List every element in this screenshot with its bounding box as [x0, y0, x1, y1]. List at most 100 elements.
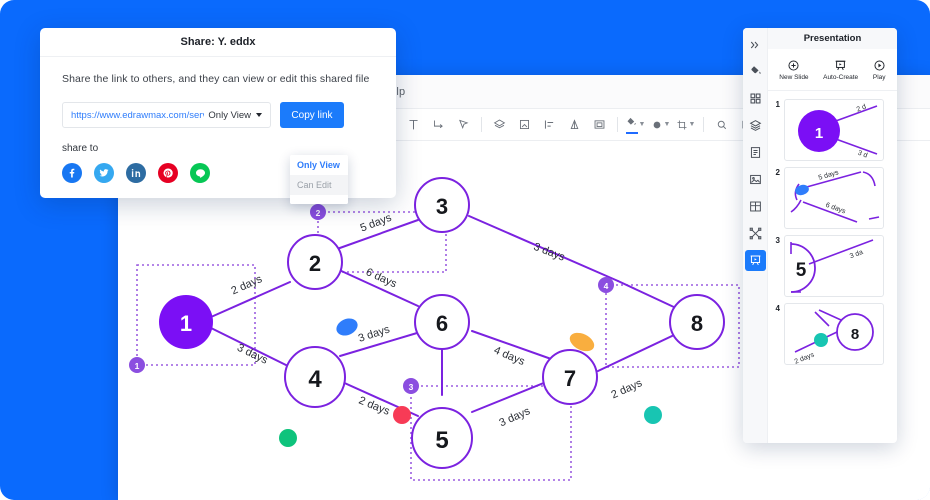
presentation-actions: New Slide Auto-Create Play	[768, 49, 897, 91]
shapes-grid-icon[interactable]	[745, 88, 766, 109]
fill-color-icon[interactable]: ▼	[623, 112, 648, 137]
auto-create-label: Auto-Create	[823, 74, 859, 81]
layers-icon[interactable]	[745, 115, 766, 136]
svg-text:4: 4	[604, 281, 609, 291]
zoom-icon[interactable]	[709, 112, 734, 137]
permission-dropdown-menu[interactable]: Only View Can Edit	[290, 155, 348, 204]
slide-item[interactable]: 1 1 2 d 3 d	[772, 99, 891, 161]
share-to-label: share to	[62, 143, 99, 154]
svg-text:2: 2	[316, 208, 321, 218]
svg-text:1: 1	[135, 361, 140, 371]
slide-item[interactable]: 3 5 3 da	[772, 235, 891, 297]
slide-item[interactable]: 4 8 2 days	[772, 303, 891, 365]
line-color-icon[interactable]: ▼	[648, 112, 673, 137]
screenshot-root: elp ▼ ▼ ▼ 1 2 3 4 5 6 7 8 2 days 3 days …	[0, 0, 930, 500]
frame-icon[interactable]	[587, 112, 612, 137]
svg-text:5: 5	[796, 260, 807, 281]
play-label: Play	[872, 74, 886, 81]
line-icon[interactable]	[190, 163, 210, 183]
share-link-input[interactable]: https://www.edrawmax.com/server..	[71, 110, 204, 121]
flip-icon[interactable]	[562, 112, 587, 137]
presentation-icon[interactable]	[744, 250, 766, 271]
edge-label-1-2: 2 days	[230, 273, 265, 297]
permission-option-can-edit[interactable]: Can Edit	[290, 175, 348, 195]
twitter-icon[interactable]	[94, 163, 114, 183]
marker-teal	[644, 406, 662, 424]
svg-text:3 da: 3 da	[849, 249, 864, 260]
svg-text:5 days: 5 days	[818, 169, 840, 182]
svg-text:2 days: 2 days	[794, 351, 816, 365]
crop-image-icon[interactable]	[512, 112, 537, 137]
permission-selected-label: Only View	[208, 109, 251, 121]
share-link-box[interactable]: https://www.edrawmax.com/server.. Only V…	[62, 102, 271, 128]
slide-item[interactable]: 2 5 days 6 days	[772, 167, 891, 229]
new-slide-button[interactable]: New Slide	[779, 58, 809, 81]
slide-thumbnail-2[interactable]: 5 days 6 days	[784, 167, 884, 229]
toolbar-divider	[703, 117, 704, 132]
diagram-nodes: 1 2 3 4 5 6 7 8	[159, 177, 725, 469]
page-icon[interactable]	[745, 142, 766, 163]
align-left-icon[interactable]	[537, 112, 562, 137]
slide-list[interactable]: 1 1 2 d 3 d 2 5 days 6 days 3 5 3 da 4 8…	[768, 91, 897, 443]
permission-dropdown-trigger[interactable]: Only View	[204, 110, 262, 121]
slide-thumbnail-3[interactable]: 5 3 da	[784, 235, 884, 297]
share-link-row: https://www.edrawmax.com/server.. Only V…	[62, 102, 374, 128]
edge-label-3-7: 3 days	[532, 241, 567, 264]
share-dialog: Share: Y. eddx Share the link to others,…	[40, 28, 396, 204]
svg-text:2 d: 2 d	[856, 104, 868, 114]
auto-create-button[interactable]: Auto-Create	[823, 58, 858, 81]
image-icon[interactable]	[745, 169, 766, 190]
permission-dropdown-footer	[290, 195, 348, 204]
share-dialog-title: Share: Y. eddx	[40, 28, 396, 57]
toolbar-divider	[617, 117, 618, 132]
toolbar-divider	[481, 117, 482, 132]
svg-text:3 d: 3 d	[857, 150, 869, 160]
slide-number: 2	[775, 168, 780, 177]
auto-create-icon	[834, 58, 847, 72]
svg-text:3: 3	[409, 382, 414, 392]
chevron-down-icon	[256, 113, 262, 117]
pointer-icon[interactable]	[451, 112, 476, 137]
slide-thumbnail-1[interactable]: 1 2 d 3 d	[784, 99, 884, 161]
new-slide-label: New Slide	[779, 74, 809, 81]
node-label-1: 1	[180, 311, 192, 336]
connector-icon[interactable]	[426, 112, 451, 137]
linkedin-icon[interactable]	[126, 163, 146, 183]
permission-option-only-view[interactable]: Only View	[290, 155, 348, 175]
text-icon[interactable]	[401, 112, 426, 137]
slide-number: 1	[775, 100, 780, 109]
slide-number: 3	[775, 236, 780, 245]
svg-text:1: 1	[815, 125, 823, 142]
table-icon[interactable]	[745, 196, 766, 217]
shape-format-icon[interactable]: ▼	[673, 112, 698, 137]
edge-label-7-8: 2 days	[610, 377, 645, 401]
node-label-2: 2	[309, 251, 321, 276]
play-button[interactable]: Play	[873, 58, 886, 81]
presentation-rail	[743, 28, 768, 443]
presentation-main: Presentation New Slide Auto-Create Play …	[768, 28, 897, 443]
slide-thumbnail-4[interactable]: 8 2 days	[784, 303, 884, 365]
shuffle-icon[interactable]	[745, 223, 766, 244]
copy-link-button[interactable]: Copy link	[280, 102, 344, 128]
edge-label-1-4: 3 days	[235, 342, 270, 367]
presentation-title: Presentation	[768, 28, 897, 49]
expand-chevrons-icon[interactable]	[745, 34, 766, 55]
pinterest-icon[interactable]	[158, 163, 178, 183]
node-label-4: 4	[308, 366, 322, 393]
fill-bucket-icon[interactable]	[745, 61, 766, 82]
marker-red	[393, 406, 411, 424]
marker-green	[279, 429, 297, 447]
share-description: Share the link to others, and they can v…	[62, 73, 370, 85]
slide-number: 4	[775, 304, 780, 313]
node-label-6: 6	[436, 311, 448, 336]
svg-text:8: 8	[851, 326, 859, 343]
marker-blue	[336, 318, 358, 336]
edge-label-4-5: 2 days	[357, 395, 392, 418]
plus-circle-icon	[787, 58, 800, 72]
node-label-7: 7	[564, 366, 576, 391]
play-circle-icon	[873, 58, 886, 72]
layers-icon[interactable]	[487, 112, 512, 137]
facebook-icon[interactable]	[62, 163, 82, 183]
edge-label-2-6: 6 days	[364, 266, 399, 290]
presentation-panel: Presentation New Slide Auto-Create Play …	[743, 28, 897, 443]
